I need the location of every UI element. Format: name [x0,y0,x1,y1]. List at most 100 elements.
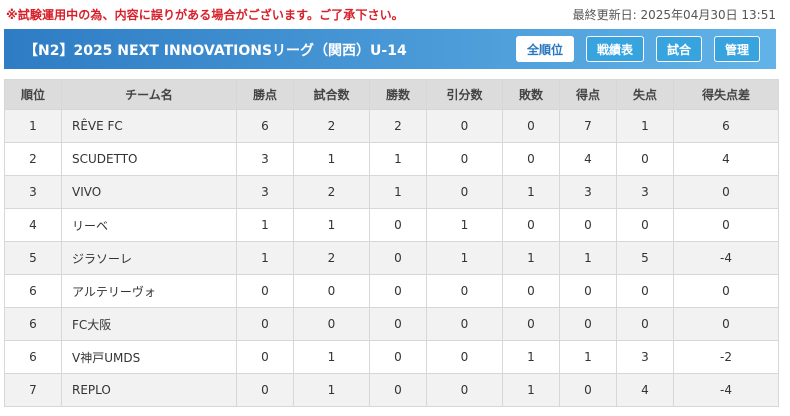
losses-cell: 0 [502,307,560,341]
losses-cell: 0 [502,274,560,308]
goals-for-cell: 0 [559,208,617,242]
played-cell: 2 [293,109,370,143]
rank-cell: 6 [4,274,62,308]
goal-difference-cell: -4 [673,241,779,275]
standings-table: 順位 チーム名 勝点 試合数 勝数 引分数 敗数 得点 失点 得失点差 1 RÊV… [4,79,779,407]
losses-cell: 1 [502,340,560,374]
losses-cell: 1 [502,241,560,275]
wins-cell: 1 [369,142,427,176]
team-name-cell[interactable]: アルテリーヴォ [61,274,237,308]
losses-cell: 0 [502,142,560,176]
played-cell: 2 [293,241,370,275]
column-header-goals-for: 得点 [559,79,617,110]
goal-difference-cell: 0 [673,274,779,308]
draws-cell: 0 [426,142,503,176]
goals-for-cell: 0 [559,307,617,341]
goal-difference-cell: 0 [673,175,779,209]
goals-for-cell: 1 [559,340,617,374]
points-cell: 0 [236,307,294,341]
points-cell: 1 [236,241,294,275]
played-cell: 0 [293,307,370,341]
goal-difference-cell: 0 [673,208,779,242]
table-row: 5 ジラソーレ 1 2 0 1 1 1 5 -4 [4,241,779,275]
column-header-points: 勝点 [236,79,294,110]
losses-cell: 0 [502,208,560,242]
rank-cell: 6 [4,340,62,374]
rank-cell: 5 [4,241,62,275]
goals-for-cell: 7 [559,109,617,143]
league-header: 【N2】2025 NEXT INNOVATIONSリーグ（関西）U-14 全順位… [4,29,776,69]
standings-body: 1 RÊVE FC 6 2 2 0 0 7 1 6 2 SCUDETTO 3 1 1 0 0 4 0 4 3 VIVO 3 2… [4,109,779,407]
draws-cell: 0 [426,274,503,308]
goals-against-cell: 0 [616,142,674,176]
matches-button[interactable]: 試合 [655,36,702,62]
played-cell: 2 [293,175,370,209]
table-header-row: 順位 チーム名 勝点 試合数 勝数 引分数 敗数 得点 失点 得失点差 [4,79,779,110]
losses-cell: 1 [502,175,560,209]
table-row: 6 FC大阪 0 0 0 0 0 0 0 0 [4,307,779,341]
team-name-cell[interactable]: FC大阪 [61,307,237,341]
played-cell: 1 [293,142,370,176]
goals-against-cell: 0 [616,307,674,341]
wins-cell: 0 [369,241,427,275]
nav-buttons: 全順位 戦績表 試合 管理 [515,36,760,62]
draws-cell: 1 [426,241,503,275]
draws-cell: 0 [426,307,503,341]
wins-cell: 0 [369,307,427,341]
column-header-wins: 勝数 [369,79,427,110]
column-header-played: 試合数 [293,79,370,110]
league-title: 【N2】2025 NEXT INNOVATIONSリーグ（関西）U-14 [24,43,407,59]
points-cell: 3 [236,142,294,176]
rank-cell: 2 [4,142,62,176]
draws-cell: 0 [426,175,503,209]
team-name-cell[interactable]: RÊVE FC [61,109,237,143]
goals-against-cell: 4 [616,373,674,407]
standings-button[interactable]: 全順位 [515,36,574,62]
wins-cell: 2 [369,109,427,143]
team-name-cell[interactable]: VIVO [61,175,237,209]
points-cell: 0 [236,340,294,374]
draws-cell: 1 [426,208,503,242]
goal-difference-cell: -2 [673,340,779,374]
team-name-cell[interactable]: V神戸UMDS [61,340,237,374]
points-cell: 6 [236,109,294,143]
points-cell: 1 [236,208,294,242]
table-row: 6 アルテリーヴォ 0 0 0 0 0 0 0 0 [4,274,779,308]
admin-button[interactable]: 管理 [713,36,760,62]
table-row: 2 SCUDETTO 3 1 1 0 0 4 0 4 [4,142,779,176]
goals-for-cell: 1 [559,241,617,275]
played-cell: 1 [293,373,370,407]
goals-against-cell: 0 [616,274,674,308]
goal-difference-cell: -4 [673,373,779,407]
column-header-draws: 引分数 [426,79,503,110]
team-name-cell[interactable]: SCUDETTO [61,142,237,176]
goals-against-cell: 1 [616,109,674,143]
column-header-losses: 敗数 [502,79,560,110]
goals-against-cell: 5 [616,241,674,275]
goals-against-cell: 0 [616,208,674,242]
last-updated: 最終更新日: 2025年04月30日 13:51 [572,8,776,22]
column-header-goal-difference: 得失点差 [673,79,779,110]
team-name-cell[interactable]: REPLO [61,373,237,407]
table-row: 7 REPLO 0 1 0 0 1 0 4 -4 [4,373,779,407]
points-cell: 3 [236,175,294,209]
wins-cell: 0 [369,274,427,308]
column-header-goals-against: 失点 [616,79,674,110]
wins-cell: 0 [369,340,427,374]
trial-notice: ※試験運用中の為、内容に誤りがある場合がございます。ご了承下さい。 [6,8,404,22]
table-row: 4 リーベ 1 1 0 1 0 0 0 0 [4,208,779,242]
played-cell: 1 [293,208,370,242]
losses-cell: 0 [502,109,560,143]
goal-difference-cell: 6 [673,109,779,143]
rank-cell: 3 [4,175,62,209]
team-name-cell[interactable]: リーベ [61,208,237,242]
goals-for-cell: 0 [559,274,617,308]
team-name-cell[interactable]: ジラソーレ [61,241,237,275]
draws-cell: 0 [426,109,503,143]
table-row: 6 V神戸UMDS 0 1 0 0 1 1 3 -2 [4,340,779,374]
goals-against-cell: 3 [616,340,674,374]
results-button[interactable]: 戦績表 [585,36,644,62]
wins-cell: 1 [369,175,427,209]
points-cell: 0 [236,274,294,308]
played-cell: 0 [293,274,370,308]
